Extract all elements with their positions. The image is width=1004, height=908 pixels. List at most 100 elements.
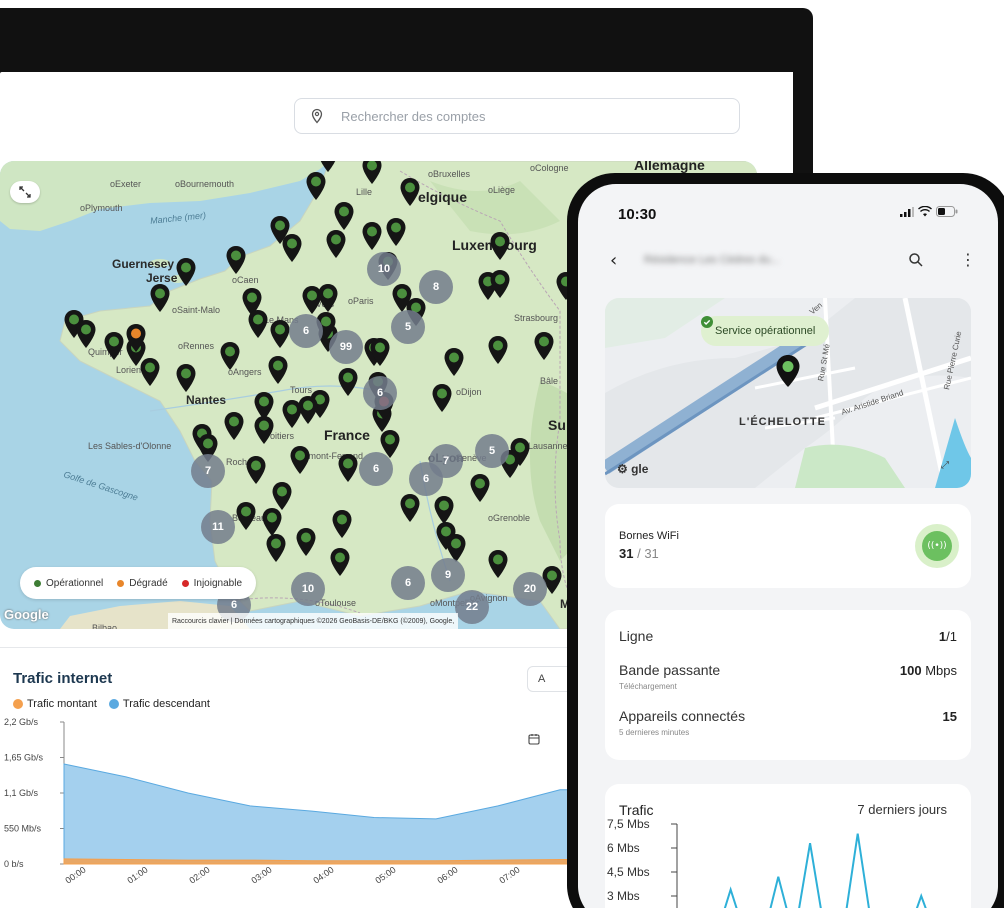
map-city-label: oBruxelles xyxy=(428,169,471,179)
site-marker[interactable] xyxy=(469,473,491,503)
site-cluster[interactable]: 6 xyxy=(391,566,425,600)
expand-map-icon[interactable]: ⤢ xyxy=(941,460,949,471)
site-marker[interactable] xyxy=(175,257,197,287)
traffic-legend-item[interactable]: Trafic montant xyxy=(13,698,97,710)
site-marker[interactable] xyxy=(305,171,327,201)
site-cluster[interactable]: 10 xyxy=(291,572,325,606)
site-marker[interactable] xyxy=(487,549,509,579)
site-cluster[interactable]: 6 xyxy=(289,314,323,348)
site-marker[interactable] xyxy=(223,411,245,441)
map-fullscreen-button[interactable] xyxy=(10,181,40,203)
site-marker[interactable] xyxy=(331,509,353,539)
site-marker[interactable] xyxy=(247,309,269,339)
y-axis-tick-label: 3 Mbs xyxy=(607,889,640,903)
site-cluster[interactable]: 99 xyxy=(329,330,363,364)
site-marker[interactable] xyxy=(399,177,421,207)
site-marker[interactable] xyxy=(149,283,171,313)
search-icon[interactable] xyxy=(908,252,924,268)
site-marker[interactable] xyxy=(337,367,359,397)
status-dot-icon xyxy=(117,579,125,587)
site-marker[interactable] xyxy=(317,283,339,313)
map-city-label: elgique xyxy=(418,189,468,205)
expand-icon xyxy=(19,186,31,198)
line-label: Ligne xyxy=(619,628,654,644)
site-cluster[interactable]: 22 xyxy=(455,590,489,624)
site-marker[interactable] xyxy=(431,383,453,413)
site-marker[interactable] xyxy=(443,347,465,377)
map-city-label: Bilbao xyxy=(92,623,118,629)
site-marker[interactable] xyxy=(253,415,275,445)
site-marker[interactable] xyxy=(489,231,511,261)
site-marker[interactable] xyxy=(337,453,359,483)
legend-label: Dégradé xyxy=(129,577,168,589)
devices-value: 15 xyxy=(942,709,957,724)
service-status-text: Service opérationnel xyxy=(715,325,816,337)
site-cluster[interactable]: 5 xyxy=(391,310,425,344)
wifi-access-points-card[interactable]: Bornes WiFi 31 / 31 ((•)) xyxy=(605,504,971,588)
status-dot-icon xyxy=(181,579,189,587)
y-axis-tick-label: 550 Mb/s xyxy=(4,824,42,834)
line-value: 1 xyxy=(938,629,947,644)
site-cluster[interactable]: 7 xyxy=(429,444,463,478)
site-marker[interactable] xyxy=(225,245,247,275)
site-cluster[interactable]: 20 xyxy=(513,572,547,606)
google-logo: ⚙ gle xyxy=(617,462,649,476)
site-name: Résidence Les Cèdres du... xyxy=(644,254,780,266)
site-marker[interactable] xyxy=(75,319,97,349)
site-cluster[interactable]: 8 xyxy=(419,270,453,304)
back-arrow-icon[interactable]: ‹ xyxy=(610,250,617,271)
account-search-box[interactable] xyxy=(294,98,740,134)
legend-item: Dégradé xyxy=(117,577,168,589)
site-marker[interactable] xyxy=(361,161,383,185)
account-search-input[interactable] xyxy=(341,108,721,124)
site-marker[interactable] xyxy=(269,319,291,349)
site-marker[interactable] xyxy=(361,221,383,251)
bandwidth-sub: Téléchargement xyxy=(619,682,677,691)
site-cluster[interactable]: 6 xyxy=(359,452,393,486)
site-cluster[interactable]: 11 xyxy=(201,510,235,544)
site-marker[interactable] xyxy=(333,201,355,231)
site-marker[interactable] xyxy=(489,269,511,299)
site-marker[interactable] xyxy=(245,455,267,485)
site-cluster[interactable]: 7 xyxy=(191,454,225,488)
phone-screen: 10:30 ‹ Résidence Les Cèdres du... ⋮ Ser… xyxy=(578,184,998,908)
site-marker[interactable] xyxy=(139,357,161,387)
site-cluster[interactable]: 10 xyxy=(367,252,401,286)
site-marker[interactable] xyxy=(219,341,241,371)
service-status-badge: Service opérationnel xyxy=(701,316,830,346)
map-city-label: oSaint-Malo xyxy=(172,305,221,315)
site-marker[interactable] xyxy=(103,331,125,361)
traffic-legend-label: Trafic descendant xyxy=(122,698,210,710)
site-location-map[interactable]: Service opérationnel L'ÉCHELOTTE Av. Ari… xyxy=(605,298,971,488)
site-marker[interactable] xyxy=(399,493,421,523)
traffic-card: Trafic 7 derniers jours 7,5 Mbs 6 Mbs 4,5 … xyxy=(605,784,971,908)
series-dot-icon xyxy=(13,699,23,709)
site-cluster[interactable]: 5 xyxy=(475,434,509,468)
map-attribution[interactable]: Raccourcis clavier | Données cartographi… xyxy=(168,613,459,629)
site-marker[interactable] xyxy=(281,233,303,263)
site-marker[interactable] xyxy=(235,501,257,531)
site-marker[interactable] xyxy=(175,363,197,393)
status-bar-time: 10:30 xyxy=(618,206,657,223)
site-marker[interactable] xyxy=(325,229,347,259)
site-marker[interactable] xyxy=(533,331,555,361)
site-marker[interactable] xyxy=(125,323,147,353)
y-axis-tick-label: 4,5 Mbs xyxy=(607,865,650,879)
site-marker[interactable] xyxy=(289,445,311,475)
y-axis-tick-label: 7,5 Mbs xyxy=(607,817,650,831)
site-marker[interactable] xyxy=(265,533,287,563)
site-marker[interactable] xyxy=(385,217,407,247)
site-marker[interactable] xyxy=(267,355,289,385)
site-marker[interactable] xyxy=(297,395,319,425)
site-marker[interactable] xyxy=(487,335,509,365)
site-cluster[interactable]: 6 xyxy=(363,376,397,410)
site-marker[interactable] xyxy=(369,337,391,367)
more-options-icon[interactable]: ⋮ xyxy=(960,250,976,269)
y-axis-tick-label: 1,1 Gb/s xyxy=(4,788,39,798)
marketing-composite: oExeteroBournemouthoPlymouthManche (mer)… xyxy=(0,0,1004,908)
site-marker[interactable] xyxy=(329,547,351,577)
traffic-legend-item[interactable]: Trafic descendant xyxy=(108,698,210,710)
connected-devices-row: Appareils connectés 5 dernieres minutes 1… xyxy=(619,708,957,737)
site-marker[interactable] xyxy=(295,527,317,557)
site-cluster[interactable]: 9 xyxy=(431,558,465,592)
